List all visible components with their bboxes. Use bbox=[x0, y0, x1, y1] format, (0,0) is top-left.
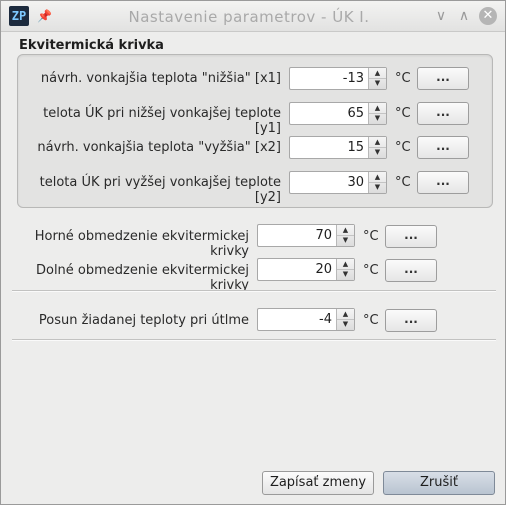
x2-spin-arrows[interactable]: ▲ ▼ bbox=[368, 137, 386, 158]
upper-limit-value[interactable]: 70 bbox=[315, 228, 332, 243]
lower-limit-more-button[interactable]: ... bbox=[385, 259, 437, 282]
x1-spinbox[interactable]: -13 ▲ ▼ bbox=[289, 67, 387, 90]
y1-spinbox[interactable]: 65 ▲ ▼ bbox=[289, 102, 387, 125]
lower-limit-value[interactable]: 20 bbox=[315, 262, 332, 277]
dialog-window: ZP 📌 Nastavenie parametrov - ÚK I. ∨ ∧ ✕… bbox=[0, 0, 506, 505]
offset-label: Posun žiadanej teploty pri útlme bbox=[38, 313, 249, 328]
y2-spinbox[interactable]: 30 ▲ ▼ bbox=[289, 171, 387, 194]
offset-unit: °C bbox=[363, 313, 379, 328]
x2-spinbox[interactable]: 15 ▲ ▼ bbox=[289, 136, 387, 159]
x2-label: návrh. vonkajšia teplota "vyžšia" [x2] bbox=[37, 140, 281, 155]
upper-limit-spinbox[interactable]: 70 ▲ ▼ bbox=[257, 224, 355, 247]
offset-spin-arrows[interactable]: ▲ ▼ bbox=[336, 309, 354, 330]
lower-limit-unit: °C bbox=[363, 263, 379, 278]
upper-limit-spin-arrows[interactable]: ▲ ▼ bbox=[336, 225, 354, 246]
separator bbox=[12, 290, 496, 292]
x1-more-button[interactable]: ... bbox=[417, 67, 469, 90]
lower-limit-spinbox[interactable]: 20 ▲ ▼ bbox=[257, 258, 355, 281]
spin-down-icon[interactable]: ▼ bbox=[369, 113, 386, 123]
spin-down-icon[interactable]: ▼ bbox=[369, 147, 386, 157]
spin-down-icon[interactable]: ▼ bbox=[369, 182, 386, 192]
y2-value[interactable]: 30 bbox=[347, 175, 364, 190]
close-icon[interactable]: ✕ bbox=[479, 7, 497, 25]
spin-down-icon[interactable]: ▼ bbox=[337, 269, 354, 279]
spin-down-icon[interactable]: ▼ bbox=[337, 319, 354, 329]
y1-unit: °C bbox=[395, 106, 411, 121]
y2-unit: °C bbox=[395, 175, 411, 190]
pin-icon[interactable]: 📌 bbox=[37, 9, 52, 23]
y2-more-button[interactable]: ... bbox=[417, 171, 469, 194]
upper-limit-label: Horné obmedzenie ekvitermickej krivky bbox=[34, 229, 249, 259]
upper-limit-unit: °C bbox=[363, 229, 379, 244]
spin-down-icon[interactable]: ▼ bbox=[337, 235, 354, 245]
spin-down-icon[interactable]: ▼ bbox=[369, 78, 386, 88]
x2-value[interactable]: 15 bbox=[347, 140, 364, 155]
upper-limit-more-button[interactable]: ... bbox=[385, 225, 437, 248]
y1-more-button[interactable]: ... bbox=[417, 102, 469, 125]
y1-label: telota ÚK pri nižšej vonkajšej teplote [… bbox=[43, 106, 281, 136]
app-logo-icon: ZP bbox=[9, 6, 29, 26]
title-bar[interactable]: ZP 📌 Nastavenie parametrov - ÚK I. ∨ ∧ ✕ bbox=[1, 1, 505, 32]
x2-unit: °C bbox=[395, 140, 411, 155]
y2-label: telota ÚK pri vyžšej vonkajšej teplote [… bbox=[39, 175, 281, 205]
chevron-down-icon[interactable]: ∨ bbox=[432, 7, 450, 25]
x1-label: návrh. vonkajšia teplota "nižšia" [x1] bbox=[40, 71, 281, 86]
cancel-button[interactable]: Zrušiť bbox=[383, 471, 495, 495]
x1-value[interactable]: -13 bbox=[343, 71, 364, 86]
lower-limit-label: Dolné obmedzenie ekvitermickej krivky bbox=[35, 263, 249, 293]
y2-spin-arrows[interactable]: ▲ ▼ bbox=[368, 172, 386, 193]
offset-value[interactable]: -4 bbox=[319, 312, 332, 327]
y1-value[interactable]: 65 bbox=[347, 106, 364, 121]
x2-more-button[interactable]: ... bbox=[417, 136, 469, 159]
offset-more-button[interactable]: ... bbox=[385, 309, 437, 332]
x1-unit: °C bbox=[395, 71, 411, 86]
save-changes-button[interactable]: Zapísať zmeny bbox=[262, 471, 374, 495]
x1-spin-arrows[interactable]: ▲ ▼ bbox=[368, 68, 386, 89]
y1-spin-arrows[interactable]: ▲ ▼ bbox=[368, 103, 386, 124]
separator bbox=[12, 339, 496, 341]
chevron-up-icon[interactable]: ∧ bbox=[455, 7, 473, 25]
group-title: Ekvitermická krivka bbox=[19, 38, 164, 53]
offset-spinbox[interactable]: -4 ▲ ▼ bbox=[257, 308, 355, 331]
window-title: Nastavenie parametrov - ÚK I. bbox=[128, 8, 370, 26]
lower-limit-spin-arrows[interactable]: ▲ ▼ bbox=[336, 259, 354, 280]
